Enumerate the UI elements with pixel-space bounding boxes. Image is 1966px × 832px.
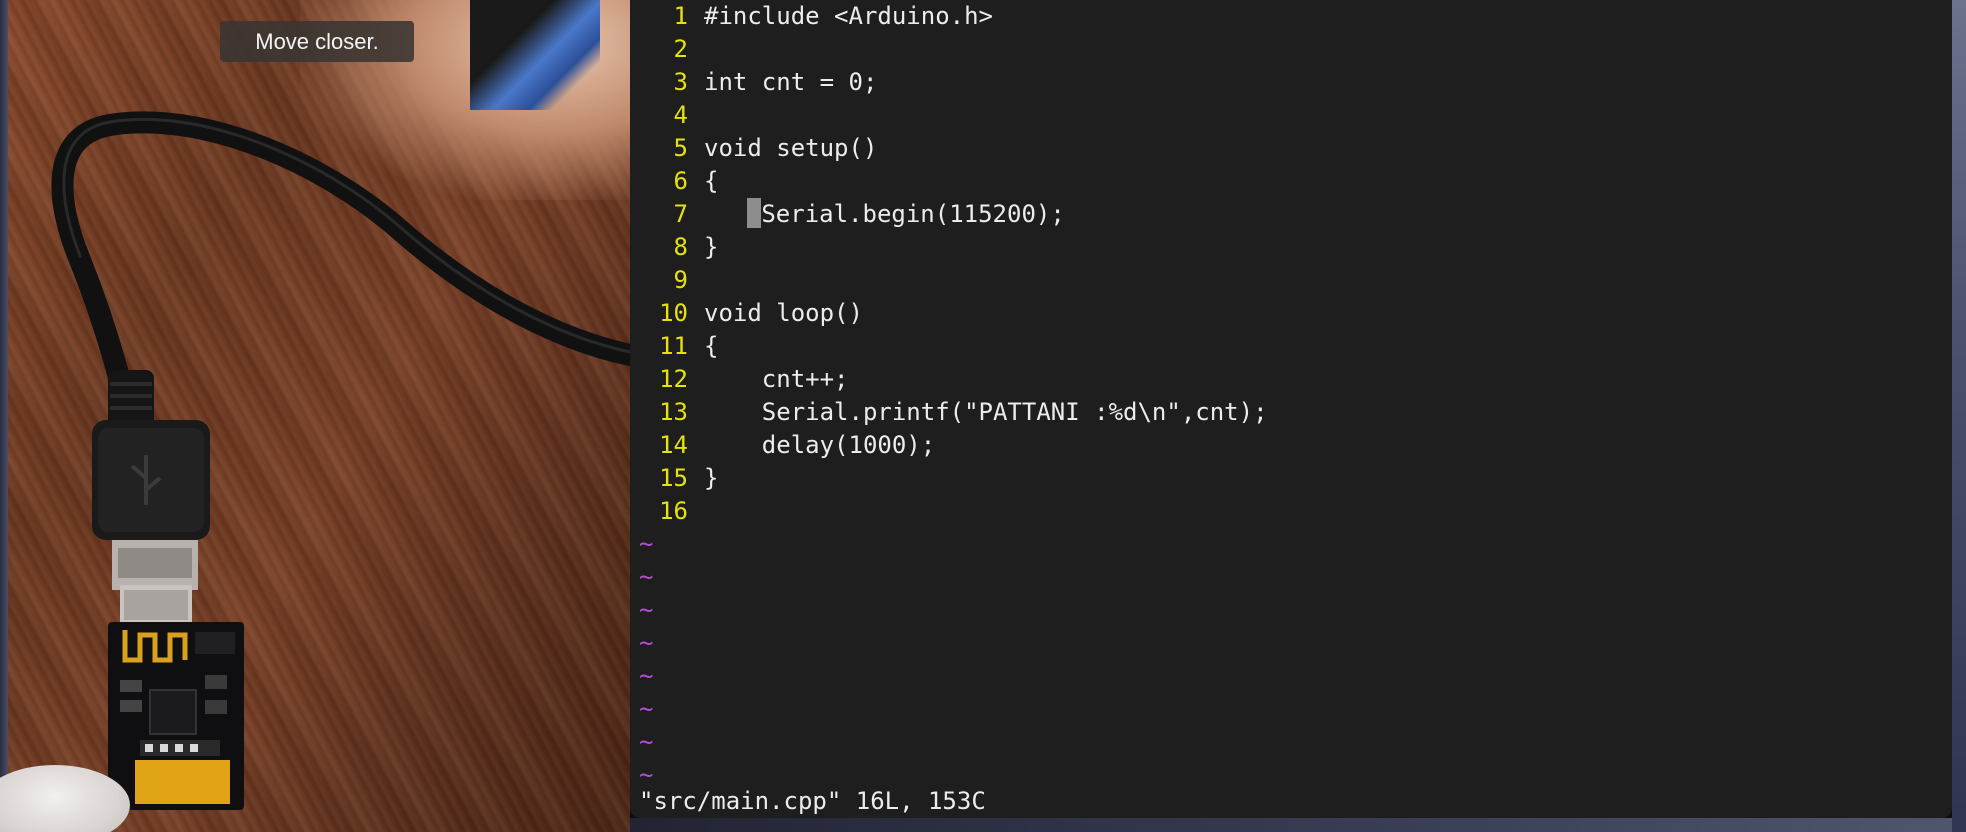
empty-line-marker: ~	[639, 629, 654, 657]
line-number: 2	[673, 35, 688, 63]
camera-feed: Move closer.	[0, 0, 630, 832]
line-number: 3	[673, 68, 688, 96]
line-text[interactable]: void setup()	[704, 132, 877, 165]
line-number: 12	[659, 365, 688, 393]
line-text-rest: Serial.begin(115200);	[761, 200, 1065, 228]
line-number: 1	[673, 2, 688, 30]
vim-editor[interactable]: 1 #include <Arduino.h> 2 3 int cnt = 0; 4 5 voi…	[630, 0, 1952, 818]
line-text[interactable]: {	[704, 330, 718, 363]
empty-line-marker: ~	[639, 662, 654, 690]
line-text[interactable]: void loop()	[704, 297, 863, 330]
line-text[interactable]: }	[704, 462, 718, 495]
line-number: 8	[673, 233, 688, 261]
line-text[interactable]: cnt++;	[704, 363, 849, 396]
text-cursor	[747, 198, 762, 228]
desktop-edge	[1952, 0, 1966, 832]
line-number: 7	[673, 200, 688, 228]
empty-line-marker: ~	[639, 530, 654, 558]
status-line: "src/main.cpp" 16L, 153C	[639, 787, 986, 815]
line-number: 5	[673, 134, 688, 162]
line-number: 9	[673, 266, 688, 294]
line-number: 16	[659, 497, 688, 525]
line-text[interactable]: }	[704, 231, 718, 264]
line-number: 13	[659, 398, 688, 426]
line-number: 4	[673, 101, 688, 129]
camera-hint-label: Move closer.	[220, 21, 414, 62]
desktop-background	[630, 818, 1966, 832]
empty-line-marker: ~	[639, 695, 654, 723]
line-text[interactable]: Serial.begin(115200);	[704, 198, 1065, 231]
line-number: 15	[659, 464, 688, 492]
line-text[interactable]: #include <Arduino.h>	[704, 0, 993, 33]
empty-line-marker: ~	[639, 563, 654, 591]
line-number: 6	[673, 167, 688, 195]
line-number: 14	[659, 431, 688, 459]
line-number: 11	[659, 332, 688, 360]
line-text[interactable]: Serial.printf("PATTANI :%d\n",cnt);	[704, 396, 1268, 429]
line-text[interactable]: delay(1000);	[704, 429, 935, 462]
empty-line-marker: ~	[639, 596, 654, 624]
usb-adapter-photo	[51, 111, 630, 810]
empty-line-marker: ~	[639, 728, 654, 756]
line-number: 10	[659, 299, 688, 327]
line-text[interactable]: {	[704, 165, 718, 198]
line-text[interactable]: int cnt = 0;	[704, 66, 877, 99]
